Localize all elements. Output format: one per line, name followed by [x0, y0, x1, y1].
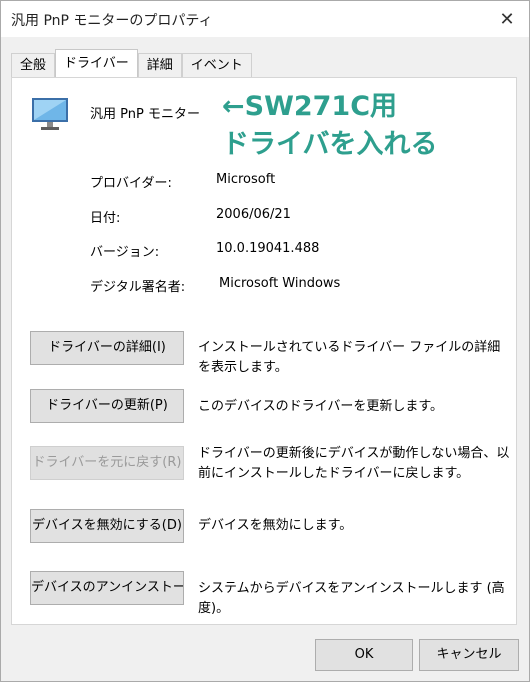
tab-details[interactable]: 詳細 [137, 53, 182, 77]
annotation-line-2: ドライバを入れる [222, 129, 438, 160]
tab-strip: 全般 ドライバー 詳細 イベント [11, 49, 252, 77]
disable-device-button[interactable]: デバイスを無効にする(D) [30, 509, 184, 543]
window-title: 汎用 PnP モニターのプロパティ [11, 13, 213, 29]
annotation-line-1: ←SW271C用 [222, 91, 398, 122]
update-driver-description: このデバイスのドライバーを更新します。 [198, 399, 444, 414]
version-value: 10.0.19041.488 [216, 241, 320, 256]
tab-driver[interactable]: ドライバー [55, 49, 138, 77]
device-name: 汎用 PnP モニター [90, 107, 200, 122]
provider-value: Microsoft [216, 172, 276, 187]
close-button[interactable]: ✕ [493, 6, 521, 32]
rollback-driver-button[interactable]: ドライバーを元に戻す(R) [30, 446, 184, 480]
driver-details-description: インストールされているドライバー ファイルの詳細を表示します。 [198, 340, 501, 375]
cancel-button[interactable]: キャンセル [419, 639, 519, 671]
close-icon: ✕ [499, 8, 515, 30]
date-label: 日付: [90, 211, 121, 226]
date-value: 2006/06/21 [216, 207, 291, 222]
properties-dialog: 汎用 PnP モニターのプロパティ ✕ 全般 ドライバー 詳細 イベント 汎用 … [0, 0, 530, 682]
version-label: バージョン: [90, 245, 160, 260]
driver-panel: 汎用 PnP モニター ←SW271C用 ドライバを入れる プロバイダー: Mi… [11, 77, 517, 625]
uninstall-device-description: システムからデバイスをアンインストールします (高度)。 [198, 581, 505, 616]
monitor-icon [32, 98, 68, 130]
title-bar: 汎用 PnP モニターのプロパティ ✕ [1, 1, 529, 37]
uninstall-device-button[interactable]: デバイスのアンインストール(U) [30, 571, 184, 605]
signer-label: デジタル署名者: [90, 280, 186, 295]
rollback-driver-description: ドライバーの更新後にデバイスが動作しない場合、以前にインストールしたドライバーに… [198, 446, 510, 481]
annotation-text: ←SW271C用 ドライバを入れる [222, 88, 437, 164]
tab-events[interactable]: イベント [181, 53, 252, 77]
disable-device-description: デバイスを無効にします。 [198, 518, 353, 533]
provider-label: プロバイダー: [90, 176, 172, 191]
ok-button[interactable]: OK [315, 639, 413, 671]
driver-details-button[interactable]: ドライバーの詳細(I) [30, 331, 184, 365]
signer-value: Microsoft Windows [219, 276, 341, 291]
update-driver-button[interactable]: ドライバーの更新(P) [30, 389, 184, 423]
tab-general[interactable]: 全般 [11, 53, 56, 77]
